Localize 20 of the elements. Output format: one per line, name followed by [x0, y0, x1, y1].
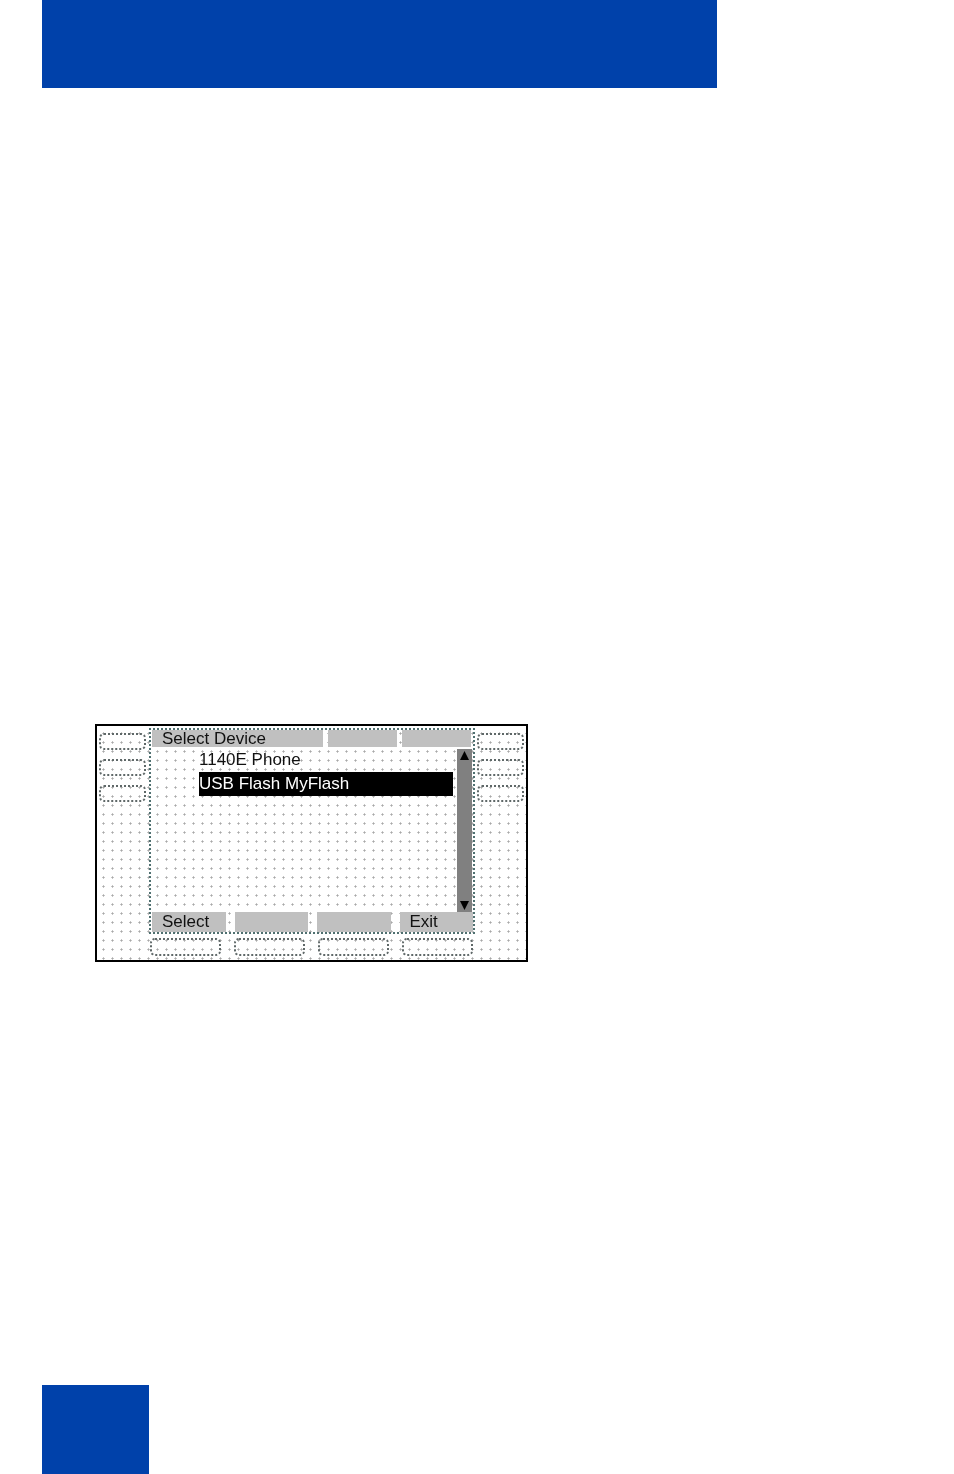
softkey-button[interactable]: [234, 938, 305, 956]
softkey-label: Select: [152, 912, 226, 932]
softkey-button[interactable]: [150, 938, 221, 956]
list-item[interactable]: 1140E Phone: [199, 749, 453, 771]
scroll-up-icon[interactable]: [460, 751, 469, 760]
screen-title: Select Device: [152, 730, 323, 747]
softkey-label: Exit: [399, 912, 473, 932]
line-key-button[interactable]: [99, 759, 146, 776]
list-item[interactable]: USB Flash MyFlash: [199, 772, 453, 796]
scroll-down-icon[interactable]: [460, 901, 469, 910]
softkey-button[interactable]: [402, 938, 473, 956]
line-key-button[interactable]: [477, 759, 524, 776]
scrollbar[interactable]: [457, 749, 472, 912]
line-key-button[interactable]: [99, 785, 146, 802]
softkey-button[interactable]: [318, 938, 389, 956]
line-key-button[interactable]: [99, 733, 146, 750]
line-key-button[interactable]: [477, 785, 524, 802]
title-bar-segment: [402, 730, 471, 747]
title-bar-segment: [328, 730, 397, 747]
line-key-button[interactable]: [477, 733, 524, 750]
